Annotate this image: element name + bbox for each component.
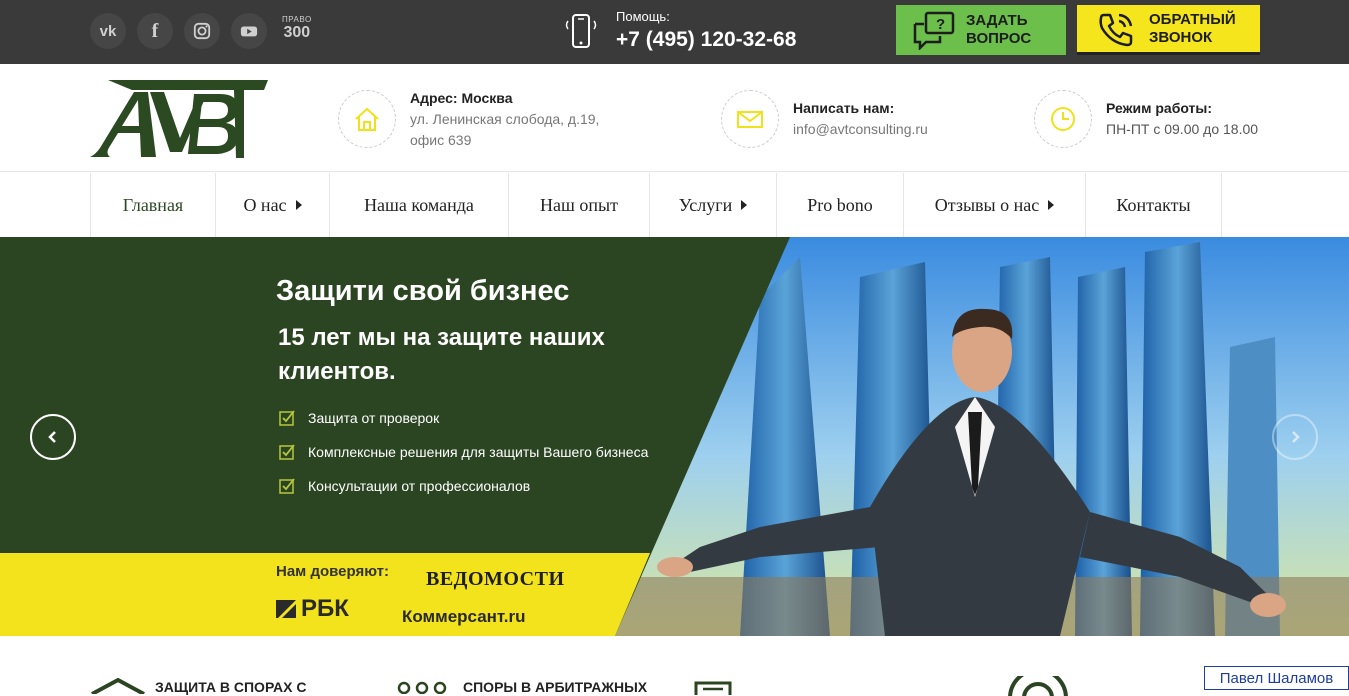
nav-item-home[interactable]: Главная: [90, 173, 215, 237]
phone-call-icon: [1099, 13, 1133, 46]
nav-item-contacts[interactable]: Контакты: [1085, 173, 1222, 237]
hero-slider: Защити свой бизнес 15 лет мы на защите н…: [0, 237, 1349, 636]
clock-icon: [1051, 107, 1075, 131]
feature-text: Комплексные решения для защиты Вашего би…: [308, 443, 649, 460]
address-line2: офис 639: [410, 132, 472, 148]
hero-title: Защити свой бизнес: [276, 275, 570, 307]
chat-question-icon: ?: [913, 11, 955, 50]
site-header: Адрес: Москва ул. Ленинская слобода, д.1…: [0, 64, 1349, 172]
hours-title: Режим работы:: [1106, 100, 1213, 116]
call-line1: ОБРАТНЫЙ: [1149, 10, 1236, 28]
slider-prev-button[interactable]: [30, 414, 76, 460]
help-phone-link[interactable]: +7 (495) 120-32-68: [616, 28, 796, 52]
nav-item-pro-bono[interactable]: Pro bono: [776, 173, 903, 237]
nav-label: Главная: [122, 194, 184, 215]
chevron-right-icon: [1292, 431, 1300, 443]
nav-label: Наш опыт: [540, 194, 618, 215]
hero-background: [0, 237, 1349, 636]
checkbox-check-icon: [279, 478, 295, 494]
nav-label: Услуги: [678, 194, 733, 215]
nav-label: Наша команда: [364, 194, 474, 215]
nav-item-experience[interactable]: Наш опыт: [508, 173, 649, 237]
slider-next-button[interactable]: [1272, 414, 1318, 460]
vedomosti-logo: ВЕДОМОСТИ: [426, 568, 565, 590]
nav-label: Контакты: [1116, 194, 1191, 215]
hero-subtitle: 15 лет мы на защите наших клиентов.: [278, 324, 605, 385]
rbk-mark-icon: [276, 600, 296, 618]
envelope-icon: [737, 111, 763, 128]
nav-label: Pro bono: [807, 194, 873, 215]
hours-icon-circle: [1034, 90, 1092, 148]
vk-icon[interactable]: vk: [90, 13, 126, 49]
feature-item: Консультации от профессионалов: [279, 477, 530, 494]
feature-text: Консультации от профессионалов: [308, 477, 531, 494]
svg-text:?: ?: [936, 16, 945, 33]
ask-line2: ВОПРОС: [966, 30, 1032, 47]
call-line2: ЗВОНОК: [1149, 28, 1213, 46]
services-section: ЗАЩИТА В СПОРАХ С СПОРЫ В АРБИТРАЖНЫХ: [0, 636, 1349, 696]
callback-button[interactable]: ОБРАТНЫЙ ЗВОНОК: [1077, 5, 1260, 55]
youtube-glyph: [240, 26, 258, 37]
address-line1: ул. Ленинская слобода, д.19,: [410, 111, 600, 127]
facebook-icon[interactable]: f: [137, 13, 173, 49]
nav-item-about[interactable]: О нас: [215, 173, 329, 237]
pravo300-top: ПРАВО: [282, 15, 312, 24]
ask-question-label: ЗАДАТЬ ВОПРОС: [966, 12, 1031, 48]
youtube-icon[interactable]: [231, 13, 267, 49]
instagram-glyph: [193, 22, 211, 40]
nav-label: Отзывы о нас: [934, 194, 1040, 215]
people-icon: [397, 681, 447, 694]
kommersant-logo: Коммерсант.ru: [402, 607, 526, 626]
mobile-phone-icon: [565, 14, 597, 48]
email-title: Написать нам:: [793, 100, 895, 116]
facebook-label: f: [151, 19, 159, 42]
ask-question-button[interactable]: ? ЗАДАТЬ ВОПРОС: [896, 5, 1066, 55]
caret-right-icon: [741, 200, 748, 210]
vk-label: vk: [99, 22, 117, 40]
ask-line1: ЗАДАТЬ: [966, 12, 1028, 29]
rbk-logo: РБК: [276, 595, 349, 623]
instagram-icon[interactable]: [184, 13, 220, 49]
address-text: ул. Ленинская слобода, д.19, офис 639: [410, 109, 599, 151]
main-nav: Главная О нас Наша команда Наш опыт Услу…: [0, 173, 1349, 237]
caret-right-icon: [295, 200, 302, 210]
avt-logo: [90, 80, 268, 158]
feature-item: Комплексные решения для защиты Вашего би…: [279, 443, 648, 460]
email-icon-circle: [721, 90, 779, 148]
nav-label: О нас: [243, 194, 287, 215]
checkbox-check-icon: [279, 444, 295, 460]
callback-label: ОБРАТНЫЙ ЗВОНОК: [1149, 11, 1236, 47]
address-title: Адрес: Москва: [410, 90, 513, 106]
house-icon: [355, 107, 379, 131]
hours-value: ПН-ПТ с 09.00 до 18.00: [1106, 121, 1259, 137]
address-icon-circle: [338, 90, 396, 148]
email-link[interactable]: info@avtconsulting.ru: [793, 119, 928, 140]
nav-item-services[interactable]: Услуги: [649, 173, 776, 237]
nav-item-reviews[interactable]: Отзывы о нас: [903, 173, 1085, 237]
help-label: Помощь:: [616, 9, 670, 24]
feature-item: Защита от проверок: [279, 409, 439, 426]
pravo300-num: 300: [283, 24, 311, 41]
caret-right-icon: [1048, 200, 1055, 210]
chevron-left-icon: [48, 431, 56, 443]
trust-label: Нам доверяют:: [276, 563, 389, 580]
target-icon: [1008, 676, 1068, 696]
shield-icon: [91, 678, 145, 694]
user-name-tooltip: Павел Шаламов: [1204, 666, 1349, 690]
nav-item-team[interactable]: Наша команда: [329, 173, 508, 237]
checkbox-check-icon: [279, 410, 295, 426]
feature-text: Защита от проверок: [308, 409, 440, 426]
top-bar: vk f ПРАВО 300 Помощь: +7 (495) 120-32-6…: [0, 0, 1349, 64]
pravo300-link[interactable]: ПРАВО 300: [282, 16, 312, 41]
rbk-text: РБК: [301, 595, 349, 622]
